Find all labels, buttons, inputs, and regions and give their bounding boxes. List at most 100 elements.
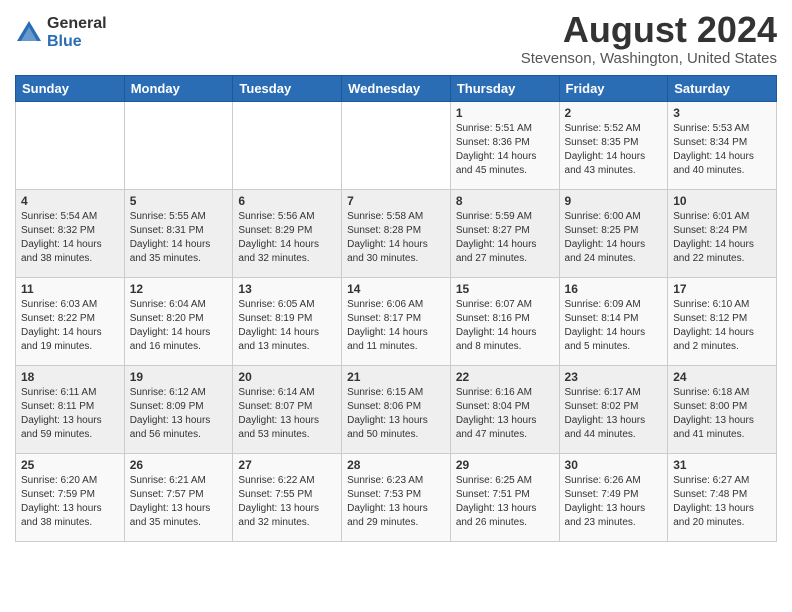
day-number: 12: [130, 282, 228, 296]
calendar-header-row: SundayMondayTuesdayWednesdayThursdayFrid…: [16, 75, 777, 101]
calendar-week-row: 25 Sunrise: 6:20 AM Sunset: 7:59 PM Dayli…: [16, 453, 777, 541]
day-detail: Sunrise: 5:55 AM Sunset: 8:31 PM Dayligh…: [130, 210, 228, 266]
logo-general-text: General: [47, 15, 107, 33]
day-detail: Sunrise: 5:59 AM Sunset: 8:27 PM Dayligh…: [456, 210, 554, 266]
calendar-table: SundayMondayTuesdayWednesdayThursdayFrid…: [15, 75, 777, 542]
calendar-week-row: 4 Sunrise: 5:54 AM Sunset: 8:32 PM Daylig…: [16, 189, 777, 277]
calendar-cell: 8Sunrise: 5:59 AM Sunset: 8:27 PM Daylig…: [450, 189, 559, 277]
weekday-header: Friday: [559, 75, 668, 101]
day-number: 19: [130, 370, 228, 384]
day-detail: Sunrise: 6:23 AM Sunset: 7:53 PM Dayligh…: [347, 474, 445, 530]
day-number: 29: [456, 458, 554, 472]
weekday-header: Thursday: [450, 75, 559, 101]
calendar-cell: 4 Sunrise: 5:54 AM Sunset: 8:32 PM Daylig…: [16, 189, 125, 277]
calendar-week-row: 1 Sunrise: 5:51 AM Sunset: 8:36 PM Daylig…: [16, 101, 777, 189]
calendar-cell: 21Sunrise: 6:15 AM Sunset: 8:06 PM Dayli…: [342, 365, 451, 453]
day-detail: Sunrise: 5:56 AM Sunset: 8:29 PM Dayligh…: [238, 210, 336, 266]
day-number: 22: [456, 370, 554, 384]
day-number: 20: [238, 370, 336, 384]
title-block: August 2024 Stevenson, Washington, Unite…: [521, 10, 777, 67]
calendar-cell: 22 Sunrise: 6:16 AM Sunset: 8:04 PM Dayli…: [450, 365, 559, 453]
calendar-cell: 18 Sunrise: 6:11 AM Sunset: 8:11 PM Dayli…: [16, 365, 125, 453]
day-number: 14: [347, 282, 445, 296]
day-number: 21: [347, 370, 445, 384]
day-detail: Sunrise: 6:20 AM Sunset: 7:59 PM Dayligh…: [21, 474, 119, 530]
calendar-cell: 19 Sunrise: 6:12 AM Sunset: 8:09 PM Dayli…: [124, 365, 233, 453]
day-detail: Sunrise: 6:22 AM Sunset: 7:55 PM Dayligh…: [238, 474, 336, 530]
logo-blue-text: Blue: [47, 33, 107, 51]
day-number: 27: [238, 458, 336, 472]
calendar-cell: 25 Sunrise: 6:20 AM Sunset: 7:59 PM Dayli…: [16, 453, 125, 541]
calendar-cell: 13 Sunrise: 6:05 AM Sunset: 8:19 PM Dayli…: [233, 277, 342, 365]
day-detail: Sunrise: 6:14 AM Sunset: 8:07 PM Dayligh…: [238, 386, 336, 442]
day-detail: Sunrise: 6:04 AM Sunset: 8:20 PM Dayligh…: [130, 298, 228, 354]
day-detail: Sunrise: 6:26 AM Sunset: 7:49 PM Dayligh…: [565, 474, 663, 530]
day-detail: Sunrise: 6:21 AM Sunset: 7:57 PM Dayligh…: [130, 474, 228, 530]
day-detail: Sunrise: 6:27 AM Sunset: 7:48 PM Dayligh…: [673, 474, 771, 530]
day-number: 5: [130, 194, 228, 208]
day-number: 13: [238, 282, 336, 296]
day-number: 31: [673, 458, 771, 472]
logo: General Blue: [15, 15, 107, 50]
day-detail: Sunrise: 5:53 AM Sunset: 8:34 PM Dayligh…: [673, 122, 771, 178]
day-number: 15: [456, 282, 554, 296]
day-detail: Sunrise: 5:58 AM Sunset: 8:28 PM Dayligh…: [347, 210, 445, 266]
day-detail: Sunrise: 6:00 AM Sunset: 8:25 PM Dayligh…: [565, 210, 663, 266]
day-detail: Sunrise: 6:07 AM Sunset: 8:16 PM Dayligh…: [456, 298, 554, 354]
day-number: 10: [673, 194, 771, 208]
day-number: 17: [673, 282, 771, 296]
calendar-cell: 10 Sunrise: 6:01 AM Sunset: 8:24 PM Dayli…: [668, 189, 777, 277]
calendar-cell: [233, 101, 342, 189]
day-detail: Sunrise: 6:01 AM Sunset: 8:24 PM Dayligh…: [673, 210, 771, 266]
day-number: 18: [21, 370, 119, 384]
day-detail: Sunrise: 6:09 AM Sunset: 8:14 PM Dayligh…: [565, 298, 663, 354]
day-detail: Sunrise: 5:54 AM Sunset: 8:32 PM Dayligh…: [21, 210, 119, 266]
day-number: 1: [456, 106, 554, 120]
calendar-cell: 20 Sunrise: 6:14 AM Sunset: 8:07 PM Dayli…: [233, 365, 342, 453]
weekday-header: Sunday: [16, 75, 125, 101]
weekday-header: Monday: [124, 75, 233, 101]
calendar-cell: 16 Sunrise: 6:09 AM Sunset: 8:14 PM Dayli…: [559, 277, 668, 365]
day-number: 24: [673, 370, 771, 384]
day-detail: Sunrise: 6:16 AM Sunset: 8:04 PM Dayligh…: [456, 386, 554, 442]
calendar-week-row: 18 Sunrise: 6:11 AM Sunset: 8:11 PM Dayli…: [16, 365, 777, 453]
calendar-cell: [124, 101, 233, 189]
day-number: 28: [347, 458, 445, 472]
calendar-cell: 1 Sunrise: 5:51 AM Sunset: 8:36 PM Daylig…: [450, 101, 559, 189]
day-detail: Sunrise: 6:11 AM Sunset: 8:11 PM Dayligh…: [21, 386, 119, 442]
calendar-cell: 26Sunrise: 6:21 AM Sunset: 7:57 PM Dayli…: [124, 453, 233, 541]
calendar-cell: 31 Sunrise: 6:27 AM Sunset: 7:48 PM Dayli…: [668, 453, 777, 541]
day-number: 11: [21, 282, 119, 296]
day-detail: Sunrise: 5:51 AM Sunset: 8:36 PM Dayligh…: [456, 122, 554, 178]
day-detail: Sunrise: 6:25 AM Sunset: 7:51 PM Dayligh…: [456, 474, 554, 530]
calendar-cell: 3Sunrise: 5:53 AM Sunset: 8:34 PM Daylig…: [668, 101, 777, 189]
calendar-cell: 6 Sunrise: 5:56 AM Sunset: 8:29 PM Daylig…: [233, 189, 342, 277]
calendar-cell: 29 Sunrise: 6:25 AM Sunset: 7:51 PM Dayli…: [450, 453, 559, 541]
calendar-week-row: 11 Sunrise: 6:03 AM Sunset: 8:22 PM Dayli…: [16, 277, 777, 365]
day-number: 4: [21, 194, 119, 208]
weekday-header: Saturday: [668, 75, 777, 101]
calendar-cell: 23Sunrise: 6:17 AM Sunset: 8:02 PM Dayli…: [559, 365, 668, 453]
day-number: 2: [565, 106, 663, 120]
calendar-cell: [16, 101, 125, 189]
day-detail: Sunrise: 5:52 AM Sunset: 8:35 PM Dayligh…: [565, 122, 663, 178]
day-number: 6: [238, 194, 336, 208]
logo-text: General Blue: [47, 15, 107, 50]
day-detail: Sunrise: 6:05 AM Sunset: 8:19 PM Dayligh…: [238, 298, 336, 354]
calendar-cell: 28 Sunrise: 6:23 AM Sunset: 7:53 PM Dayli…: [342, 453, 451, 541]
weekday-header: Tuesday: [233, 75, 342, 101]
calendar-cell: 2 Sunrise: 5:52 AM Sunset: 8:35 PM Daylig…: [559, 101, 668, 189]
calendar-cell: 9 Sunrise: 6:00 AM Sunset: 8:25 PM Daylig…: [559, 189, 668, 277]
calendar-cell: 5 Sunrise: 5:55 AM Sunset: 8:31 PM Daylig…: [124, 189, 233, 277]
day-detail: Sunrise: 6:12 AM Sunset: 8:09 PM Dayligh…: [130, 386, 228, 442]
calendar-cell: 11 Sunrise: 6:03 AM Sunset: 8:22 PM Dayli…: [16, 277, 125, 365]
day-detail: Sunrise: 6:03 AM Sunset: 8:22 PM Dayligh…: [21, 298, 119, 354]
day-detail: Sunrise: 6:17 AM Sunset: 8:02 PM Dayligh…: [565, 386, 663, 442]
day-number: 7: [347, 194, 445, 208]
day-number: 16: [565, 282, 663, 296]
calendar-cell: 15 Sunrise: 6:07 AM Sunset: 8:16 PM Dayli…: [450, 277, 559, 365]
day-number: 25: [21, 458, 119, 472]
day-number: 9: [565, 194, 663, 208]
calendar-cell: 12 Sunrise: 6:04 AM Sunset: 8:20 PM Dayli…: [124, 277, 233, 365]
location-subtitle: Stevenson, Washington, United States: [521, 50, 777, 67]
